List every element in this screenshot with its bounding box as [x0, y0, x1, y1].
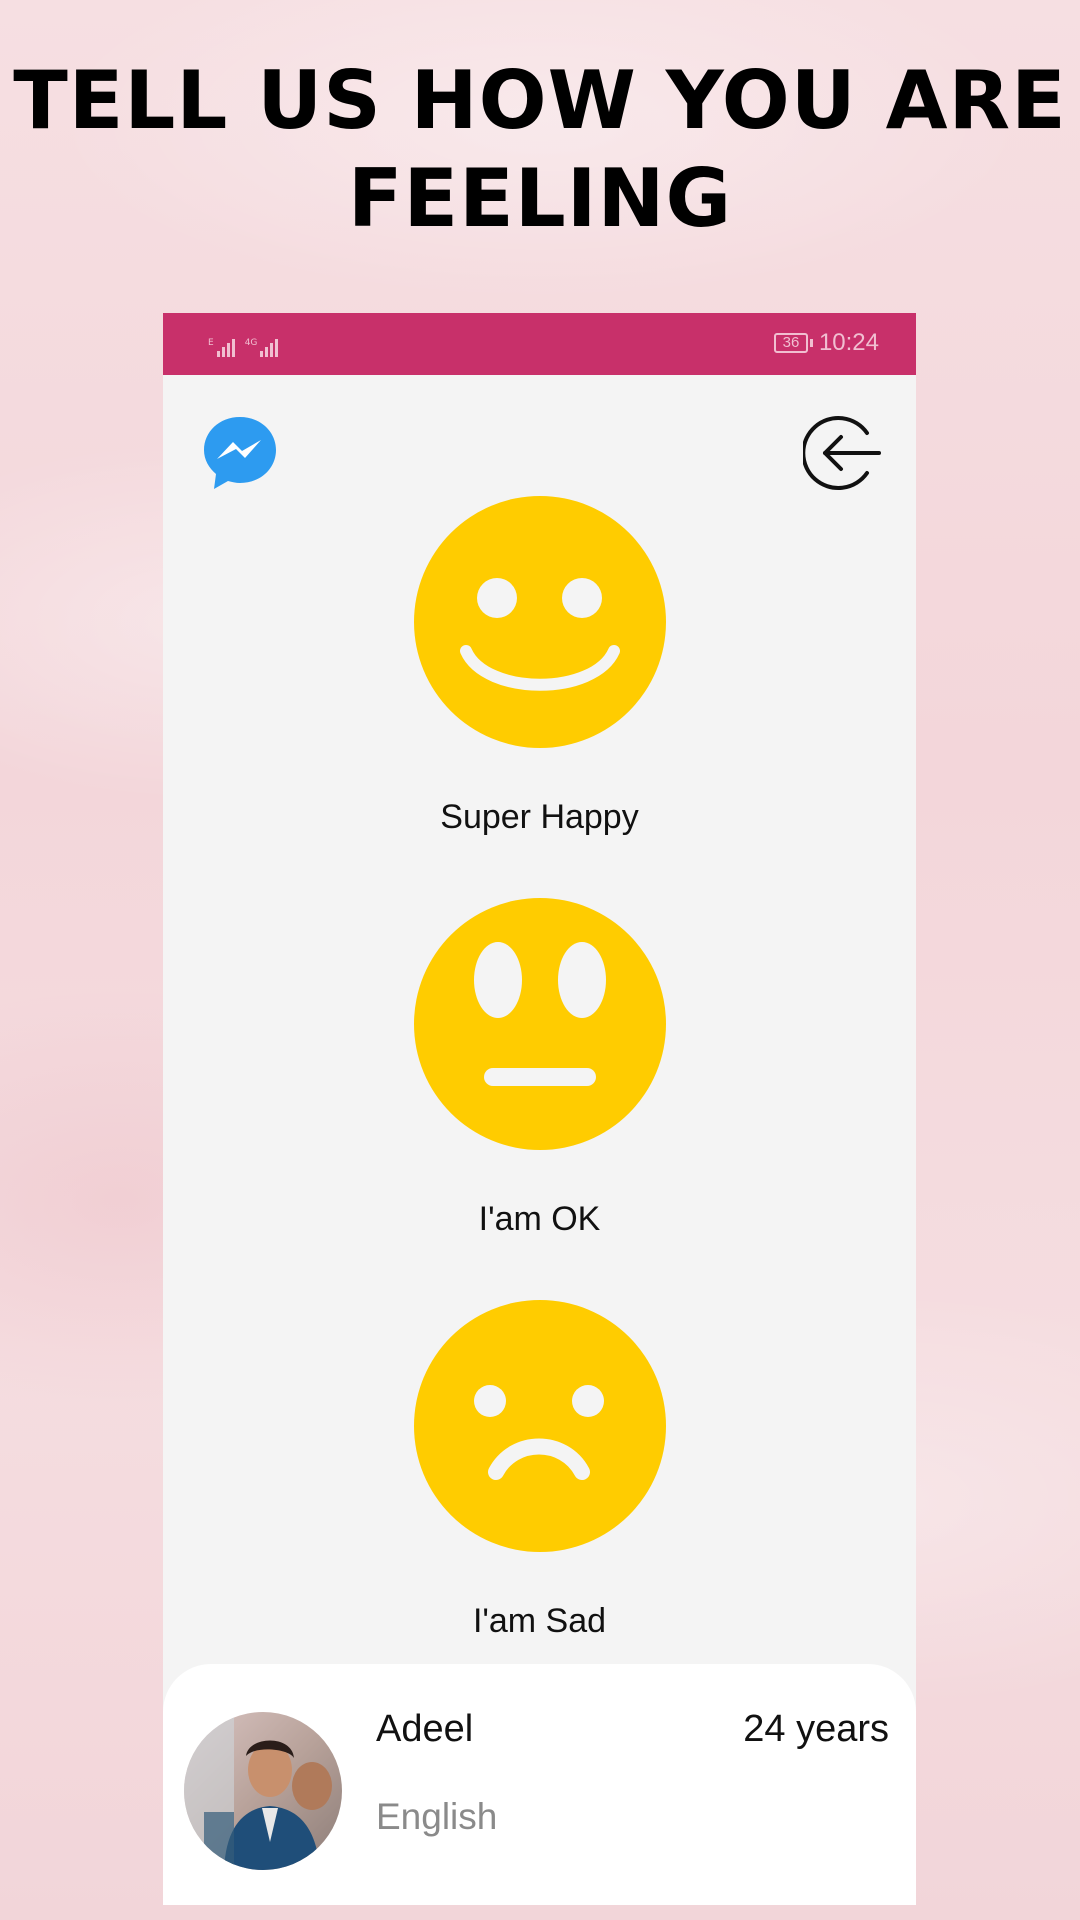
mood-label: I'am OK	[478, 1200, 601, 1238]
happy-face-icon	[413, 496, 666, 748]
avatar[interactable]	[184, 1712, 342, 1870]
profile-age: 24 years	[743, 1708, 889, 1750]
network-type-label: E	[208, 338, 214, 348]
phone-screen: E 4G 36 10:24 Super Happy I'am OK I'am S…	[163, 313, 916, 1905]
mood-label: I'am Sad	[472, 1602, 607, 1640]
mood-option-sad[interactable]: I'am Sad	[163, 1300, 916, 1641]
avatar-photo	[184, 1712, 342, 1870]
logout-icon	[801, 416, 881, 490]
messenger-icon	[204, 417, 276, 489]
network-type-label: 4G	[244, 338, 258, 348]
sad-face-icon	[413, 1300, 666, 1552]
signal-icon: 4G	[245, 339, 279, 357]
profile-language: English	[376, 1796, 498, 1837]
status-bar: E 4G 36 10:24	[163, 313, 916, 375]
mood-option-super-happy[interactable]: Super Happy	[163, 496, 916, 837]
status-time: 10:24	[818, 329, 879, 356]
mood-label: Super Happy	[440, 798, 639, 836]
logout-button[interactable]	[801, 413, 883, 493]
messenger-button[interactable]	[200, 413, 280, 493]
profile-card[interactable]: Adeel 24 years English	[163, 1664, 916, 1905]
battery-icon: 36	[774, 333, 813, 353]
signal-icon: E	[208, 339, 235, 357]
signal-indicators: E 4G	[208, 331, 279, 357]
page-headline: TELL US HOW YOU ARE FEELING	[13, 54, 1067, 245]
profile-name: Adeel	[376, 1708, 474, 1750]
neutral-face-icon	[413, 898, 666, 1150]
mood-option-ok[interactable]: I'am OK	[163, 898, 916, 1239]
